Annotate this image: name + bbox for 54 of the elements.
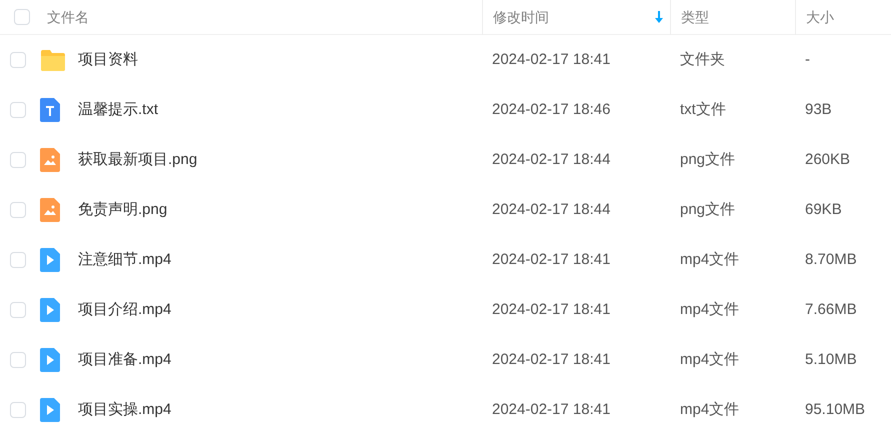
file-type: mp4文件 bbox=[680, 401, 740, 418]
file-type: txt文件 bbox=[680, 101, 726, 118]
file-type: png文件 bbox=[680, 151, 736, 168]
checkbox[interactable] bbox=[10, 202, 26, 218]
modified-time: 2024-02-17 18:46 bbox=[492, 101, 610, 118]
file-name[interactable]: 项目实操.mp4 bbox=[78, 398, 172, 422]
file-type: png文件 bbox=[680, 201, 736, 218]
text-file-icon bbox=[40, 98, 60, 122]
file-size: 8.70MB bbox=[805, 251, 857, 268]
checkbox[interactable] bbox=[10, 52, 26, 68]
checkbox[interactable] bbox=[10, 402, 26, 418]
modified-time: 2024-02-17 18:44 bbox=[492, 201, 610, 218]
file-size: 95.10MB bbox=[805, 401, 866, 418]
file-size: 93B bbox=[805, 101, 832, 118]
column-header[interactable]: 文件名 bbox=[47, 6, 89, 28]
column-header[interactable]: 大小 bbox=[806, 6, 834, 28]
video-file-icon bbox=[40, 298, 60, 322]
checkbox[interactable] bbox=[10, 352, 26, 368]
file-size: 69KB bbox=[805, 201, 842, 218]
file-size: - bbox=[805, 51, 810, 68]
image-file-icon bbox=[40, 148, 60, 172]
file-size: 7.66MB bbox=[805, 301, 857, 318]
image-file-icon bbox=[40, 198, 60, 222]
file-name[interactable]: 免责声明.png bbox=[78, 198, 168, 222]
sort-down-icon[interactable] bbox=[655, 11, 663, 23]
modified-time: 2024-02-17 18:41 bbox=[492, 51, 610, 68]
checkbox[interactable] bbox=[10, 302, 26, 318]
file-name[interactable]: 项目资料 bbox=[78, 48, 138, 72]
video-file-icon bbox=[40, 248, 60, 272]
column-header[interactable]: 类型 bbox=[681, 6, 709, 28]
file-size: 260KB bbox=[805, 151, 850, 168]
file-type: mp4文件 bbox=[680, 301, 740, 318]
file-type: mp4文件 bbox=[680, 351, 740, 368]
file-name[interactable]: 注意细节.mp4 bbox=[78, 248, 172, 272]
video-file-icon bbox=[40, 398, 60, 422]
file-name[interactable]: 项目准备.mp4 bbox=[78, 348, 172, 372]
checkbox[interactable] bbox=[10, 152, 26, 168]
file-name[interactable]: 温馨提示.txt bbox=[78, 98, 158, 122]
modified-time: 2024-02-17 18:44 bbox=[492, 151, 610, 168]
file-name[interactable]: 项目介绍.mp4 bbox=[78, 298, 172, 322]
modified-time: 2024-02-17 18:41 bbox=[492, 301, 610, 318]
file-type: 文件夹 bbox=[680, 51, 725, 68]
checkbox[interactable] bbox=[14, 9, 30, 25]
checkbox[interactable] bbox=[10, 252, 26, 268]
checkbox[interactable] bbox=[10, 102, 26, 118]
file-size: 5.10MB bbox=[805, 351, 857, 368]
column-header[interactable]: 修改时间 bbox=[493, 6, 549, 28]
file-name[interactable]: 获取最新项目.png bbox=[78, 148, 198, 172]
file-type: mp4文件 bbox=[680, 251, 740, 268]
video-file-icon bbox=[40, 348, 60, 372]
modified-time: 2024-02-17 18:41 bbox=[492, 351, 610, 368]
modified-time: 2024-02-17 18:41 bbox=[492, 251, 610, 268]
modified-time: 2024-02-17 18:41 bbox=[492, 401, 610, 418]
folder-icon bbox=[40, 48, 66, 72]
